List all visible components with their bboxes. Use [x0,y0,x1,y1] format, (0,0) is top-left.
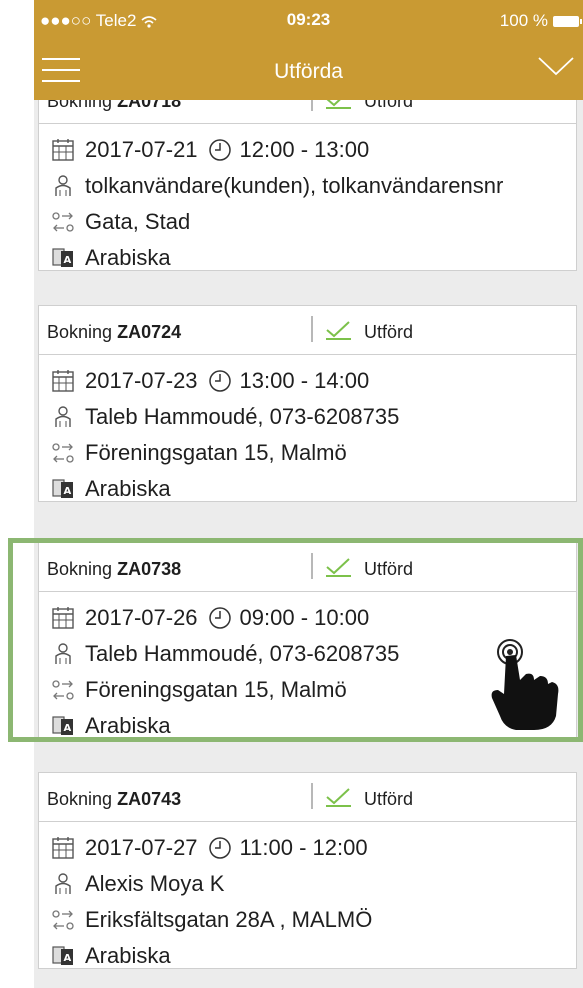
date-time-row: 2017-07-23 13:00 - 14:00 [51,363,576,399]
booking-date: 2017-07-21 [85,137,198,162]
calendar-icon [52,139,74,161]
clock-icon [208,837,231,859]
booking-number: Bokning ZA0738 [47,559,182,579]
address-row: Eriksfältsgatan 28A , MALMÖ [51,902,576,938]
date-time-row: 2017-07-27 11:00 - 12:00 [51,830,576,866]
tap-gesture-icon [491,639,559,730]
svg-text:A: A [64,486,72,497]
status-bar: ●●●○○ Tele2 09:23 100 % [34,0,583,42]
battery-icon [553,15,582,27]
customer-row: Taleb Hammoudé, 073-6208735 [51,399,576,435]
booking-time: 12:00 - 13:00 [239,137,370,162]
booking-card[interactable]: Bokning ZA0724 Utförd 2017-07-23 13:00 -… [38,305,577,502]
booking-date: 2017-07-27 [85,835,198,860]
app-screen: ●●●○○ Tele2 09:23 100 % Utförda Bokning … [34,0,583,988]
status-label: Utförd [364,789,414,809]
booking-date: 2017-07-26 [85,605,198,630]
translate-icon: A [52,248,73,267]
checkmark-icon [326,321,351,340]
person-icon [55,175,71,196]
booking-card-header: Bokning ZA0724 Utförd [39,306,576,355]
status-label: Utförd [364,322,414,342]
calendar-icon [52,370,74,392]
address-info: Gata, Stad [85,209,191,234]
battery-indicator: 100 % [499,11,582,31]
language-row: A Arabiska [51,240,576,276]
person-icon [55,406,71,427]
language-info: Arabiska [85,476,171,501]
calendar-icon [52,607,74,629]
address-row: Föreningsgatan 15, Malmö [51,435,576,471]
header-divider [311,783,313,809]
address-info: Föreningsgatan 15, Malmö [85,440,347,465]
booking-number: Bokning ZA0724 [47,322,182,342]
calendar-icon [52,837,74,859]
customer-info: Alexis Moya K [85,871,225,896]
clock-icon [208,139,231,161]
booking-card-body: 2017-07-27 11:00 - 12:00 Alexis Moya K E… [39,822,576,968]
battery-percent: 100 % [499,11,548,30]
booking-number: Bokning ZA0743 [47,789,182,809]
route-icon [52,443,74,463]
translate-icon: A [52,716,73,735]
date-time-row: 2017-07-21 12:00 - 13:00 [51,132,576,168]
translate-icon: A [52,946,73,965]
chevron-down-icon[interactable] [537,54,575,78]
checkmark-icon [326,558,351,577]
clock-icon [208,370,231,392]
language-info: Arabiska [85,713,171,738]
route-icon [52,910,74,930]
route-icon [52,212,74,232]
booking-time: 09:00 - 10:00 [239,605,370,630]
checkmark-icon [326,788,351,807]
header-divider [311,316,313,342]
route-icon [52,680,74,700]
booking-card-header: Bokning ZA0743 Utförd [39,773,576,822]
booking-time: 11:00 - 12:00 [239,835,368,860]
language-row: A Arabiska [51,471,576,507]
booking-time: 13:00 - 14:00 [239,368,370,393]
language-info: Arabiska [85,943,171,968]
svg-text:A: A [64,953,72,964]
navigation-bar: Utförda [34,42,583,100]
booking-card[interactable]: Bokning ZA0743 Utförd 2017-07-27 11:00 -… [38,772,577,969]
customer-info: tolkanvändare(kunden), tolkanvändarensnr [85,173,504,198]
booking-card-body: 2017-07-21 12:00 - 13:00 tolkanvändare(k… [39,124,576,270]
date-time-row: 2017-07-26 09:00 - 10:00 [51,600,576,636]
language-row: A Arabiska [51,938,576,974]
header-divider [311,553,313,579]
address-row: Gata, Stad [51,204,576,240]
customer-row: tolkanvändare(kunden), tolkanvändarensnr [51,168,576,204]
person-icon [55,643,71,664]
status-label: Utförd [364,559,414,579]
language-info: Arabiska [85,245,171,270]
booking-card-header: Bokning ZA0738 Utförd [39,543,576,592]
customer-info: Taleb Hammoudé, 073-6208735 [85,404,400,429]
booking-date: 2017-07-23 [85,368,198,393]
person-icon [55,873,71,894]
translate-icon: A [52,479,73,498]
svg-text:A: A [64,723,72,734]
address-info: Föreningsgatan 15, Malmö [85,677,347,702]
address-info: Eriksfältsgatan 28A , MALMÖ [85,907,373,932]
clock-icon [208,607,231,629]
customer-info: Taleb Hammoudé, 073-6208735 [85,641,400,666]
customer-row: Alexis Moya K [51,866,576,902]
booking-card-body: 2017-07-23 13:00 - 14:00 Taleb Hammoudé,… [39,355,576,501]
page-title: Utförda [274,60,343,83]
booking-card[interactable]: Bokning ZA0718 Utförd 2017-07-21 12:00 -… [38,74,577,271]
svg-text:A: A [64,255,72,266]
